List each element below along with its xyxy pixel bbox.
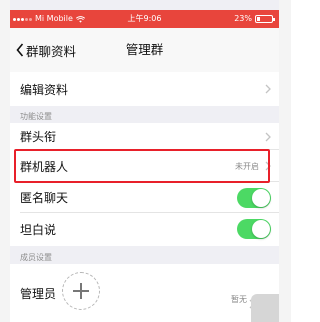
anonymous-chat-row: 匿名聊天 [10,182,279,213]
group-title-label: 群头衔 [20,130,57,144]
page-title: 管理群 [125,42,164,57]
edit-info-row[interactable]: 编辑资料 [10,72,279,106]
edit-info-label: 编辑资料 [20,82,69,97]
screen: Mi Mobile 上午9:06 23% 群聊资料 管理群 编辑资料 功能设置 … [10,10,279,322]
member-avatar [251,294,279,322]
highlight-box [14,149,270,183]
honest-talk-label: 坦白说 [20,223,57,237]
chevron-right-icon [265,132,271,141]
honest-talk-row: 坦白说 [10,213,279,246]
section-header-features: 功能设置 [20,112,52,121]
group-title-row[interactable]: 群头衔 [10,123,279,150]
honest-talk-toggle[interactable] [237,219,271,239]
add-admin-button[interactable] [62,272,100,310]
battery-icon [255,15,275,23]
device-bezel-right [279,0,291,322]
anonymous-chat-toggle[interactable] [237,188,271,208]
chevron-right-icon [265,84,271,94]
navigation-bar: 群聊资料 管理群 [10,28,279,73]
admin-row[interactable]: 管理员 暂无 [10,264,279,322]
phone: Mi Mobile 上午9:06 23% 群聊资料 管理群 编辑资料 功能设置 … [0,0,291,322]
device-bezel-left [0,0,10,322]
anonymous-chat-label: 匿名聊天 [20,191,69,205]
section-header-members: 成员设置 [20,253,52,262]
battery-percent: 23% [234,14,252,23]
admin-label: 管理员 [20,286,57,301]
status-bar: Mi Mobile 上午9:06 23% [10,10,279,28]
admin-status: 暂无 [231,295,247,304]
